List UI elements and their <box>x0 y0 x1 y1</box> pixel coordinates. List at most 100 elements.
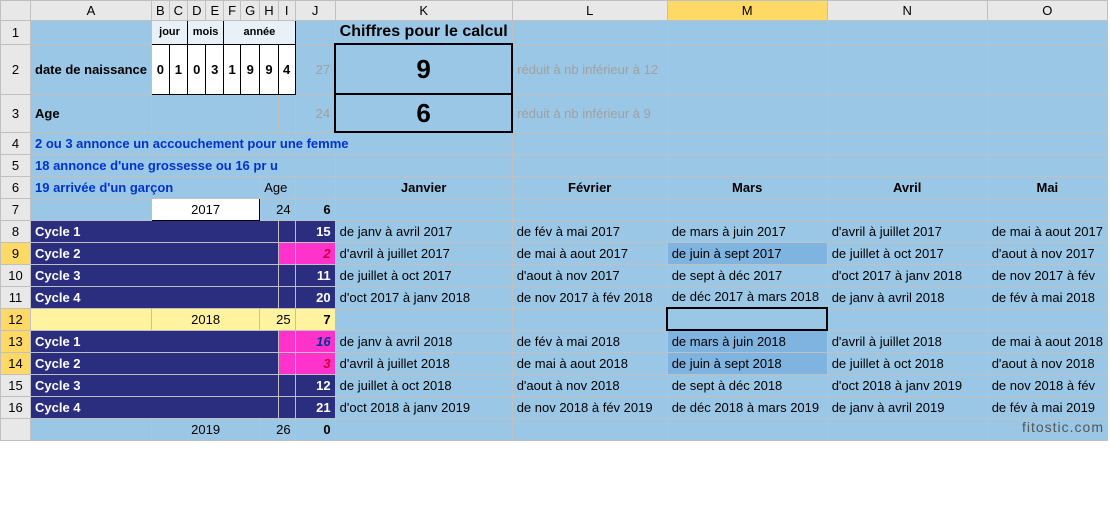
cell2-c1-n[interactable]: d'avril à juillet 2018 <box>827 330 987 352</box>
row-11[interactable]: 11 <box>1 286 31 308</box>
cell-c3-l[interactable]: d'aout à nov 2017 <box>512 264 667 286</box>
cycle1-j-2017: 15 <box>295 220 335 242</box>
row-17[interactable] <box>1 418 31 440</box>
cell2-c3-l[interactable]: d'aout à nov 2018 <box>512 374 667 396</box>
cell2-c4-m[interactable]: de déc 2018 à mars 2019 <box>667 396 827 418</box>
cell2-c3-o[interactable]: de nov 2018 à fév <box>987 374 1107 396</box>
row-5[interactable]: 5 <box>1 154 31 176</box>
col-K[interactable]: K <box>335 1 512 21</box>
calc-sub-24: 24 <box>295 94 335 132</box>
date-digit-0[interactable]: 0 <box>152 44 170 94</box>
cell-c1-m[interactable]: de mars à juin 2017 <box>667 220 827 242</box>
cell2-c4-k[interactable]: d'oct 2018 à janv 2019 <box>335 396 512 418</box>
cell-c3-n[interactable]: d'oct 2017 à janv 2018 <box>827 264 987 286</box>
row-10[interactable]: 10 <box>1 264 31 286</box>
cell-c4-n[interactable]: de janv à avril 2018 <box>827 286 987 308</box>
col-O[interactable]: O <box>987 1 1107 21</box>
cell2-c2-n[interactable]: de juillet à oct 2018 <box>827 352 987 374</box>
cell2-c2-m[interactable]: de juin à sept 2018 <box>667 352 827 374</box>
month-feb: Février <box>512 176 667 198</box>
row-16[interactable]: 16 <box>1 396 31 418</box>
row-13[interactable]: 13 <box>1 330 31 352</box>
row-7[interactable]: 7 <box>1 198 31 220</box>
label-jour: jour <box>152 21 188 45</box>
col-D[interactable]: D <box>188 1 206 21</box>
date-digit-1[interactable]: 1 <box>169 44 187 94</box>
calc-box-6[interactable]: 6 <box>335 94 512 132</box>
cell2-c3-n[interactable]: d'oct 2018 à janv 2019 <box>827 374 987 396</box>
col-I[interactable]: I <box>278 1 295 21</box>
cycle2-j-2018: 3 <box>295 352 335 374</box>
row-2[interactable]: 2 <box>1 44 31 94</box>
cell2-c2-l[interactable]: de mai à aout 2018 <box>512 352 667 374</box>
row-12[interactable]: 12 <box>1 308 31 330</box>
note-row-4: 2 ou 3 annonce un accouchement pour une … <box>31 132 513 154</box>
cell-c3-k[interactable]: de juillet à oct 2017 <box>335 264 512 286</box>
cell-c3-m[interactable]: de sept à déc 2017 <box>667 264 827 286</box>
col-A[interactable]: A <box>31 1 152 21</box>
calc-box-9[interactable]: 9 <box>335 44 512 94</box>
col-C[interactable]: C <box>169 1 187 21</box>
cycle1-j-2018: 16 <box>295 330 335 352</box>
selected-cell-M12[interactable] <box>667 308 827 330</box>
spreadsheet-grid[interactable]: A B C D E F G H I J K L M N O 1 jour moi… <box>0 0 1108 441</box>
cell-c4-l[interactable]: de nov 2017 à fév 2018 <box>512 286 667 308</box>
cell-c2-l[interactable]: de mai à aout 2017 <box>512 242 667 264</box>
cell2-c4-o[interactable]: de fév à mai 2019 <box>987 396 1107 418</box>
cell-c2-m[interactable]: de juin à sept 2017 <box>667 242 827 264</box>
cell2-c3-m[interactable]: de sept à déc 2018 <box>667 374 827 396</box>
label-annee: année <box>224 21 296 45</box>
row-15[interactable]: 15 <box>1 374 31 396</box>
cell2-c1-k[interactable]: de janv à avril 2018 <box>335 330 512 352</box>
row-3[interactable]: 3 <box>1 94 31 132</box>
row-1[interactable]: 1 <box>1 21 31 45</box>
cell2-c2-k[interactable]: d'avril à juillet 2018 <box>335 352 512 374</box>
date-digit-6[interactable]: 9 <box>260 44 278 94</box>
col-M[interactable]: M <box>667 1 827 21</box>
row-9[interactable]: 9 <box>1 242 31 264</box>
col-B[interactable]: B <box>152 1 170 21</box>
cell2-c3-k[interactable]: de juillet à oct 2018 <box>335 374 512 396</box>
col-G[interactable]: G <box>241 1 260 21</box>
date-digit-5[interactable]: 9 <box>241 44 260 94</box>
cell2-c1-o[interactable]: de mai à aout 2018 <box>987 330 1107 352</box>
cell-c1-n[interactable]: d'avril à juillet 2017 <box>827 220 987 242</box>
year-2017[interactable]: 2017 <box>152 198 260 220</box>
cycle4-label: Cycle 4 <box>31 286 279 308</box>
cell2-c2-o[interactable]: d'aout à nov 2018 <box>987 352 1107 374</box>
cell-c4-o[interactable]: de fév à mai 2018 <box>987 286 1107 308</box>
cell-c4-k[interactable]: d'oct 2017 à janv 2018 <box>335 286 512 308</box>
cell-c4-m[interactable]: de déc 2017 à mars 2018 <box>667 286 827 308</box>
month-may: Mai <box>987 176 1107 198</box>
row-4[interactable]: 4 <box>1 132 31 154</box>
cycle3-label: Cycle 3 <box>31 264 279 286</box>
label-age: Age <box>31 94 152 132</box>
col-L[interactable]: L <box>512 1 667 21</box>
cell-c2-k[interactable]: d'avril à juillet 2017 <box>335 242 512 264</box>
row-8[interactable]: 8 <box>1 220 31 242</box>
cell-c2-n[interactable]: de juillet à oct 2017 <box>827 242 987 264</box>
date-digit-2[interactable]: 0 <box>188 44 206 94</box>
row-14[interactable]: 14 <box>1 352 31 374</box>
age-2018: 25 <box>260 308 295 330</box>
date-digit-3[interactable]: 3 <box>206 44 224 94</box>
col-H[interactable]: H <box>260 1 278 21</box>
column-headers: A B C D E F G H I J K L M N O <box>1 1 1108 21</box>
date-digit-7[interactable]: 4 <box>278 44 295 94</box>
cell-c2-o[interactable]: d'aout à nov 2017 <box>987 242 1107 264</box>
cell-c1-k[interactable]: de janv à avril 2017 <box>335 220 512 242</box>
cell-c1-o[interactable]: de mai à aout 2017 <box>987 220 1107 242</box>
cell-c1-l[interactable]: de fév à mai 2017 <box>512 220 667 242</box>
cell2-c4-n[interactable]: de janv à avril 2019 <box>827 396 987 418</box>
cell2-c1-l[interactable]: de fév à mai 2018 <box>512 330 667 352</box>
date-digit-4[interactable]: 1 <box>224 44 241 94</box>
cell2-c1-m[interactable]: de mars à juin 2018 <box>667 330 827 352</box>
month-mar: Mars <box>667 176 827 198</box>
cell-c3-o[interactable]: de nov 2017 à fév <box>987 264 1107 286</box>
col-J[interactable]: J <box>295 1 335 21</box>
row-6[interactable]: 6 <box>1 176 31 198</box>
col-N[interactable]: N <box>827 1 987 21</box>
cell2-c4-l[interactable]: de nov 2018 à fév 2019 <box>512 396 667 418</box>
col-F[interactable]: F <box>224 1 241 21</box>
col-E[interactable]: E <box>206 1 224 21</box>
